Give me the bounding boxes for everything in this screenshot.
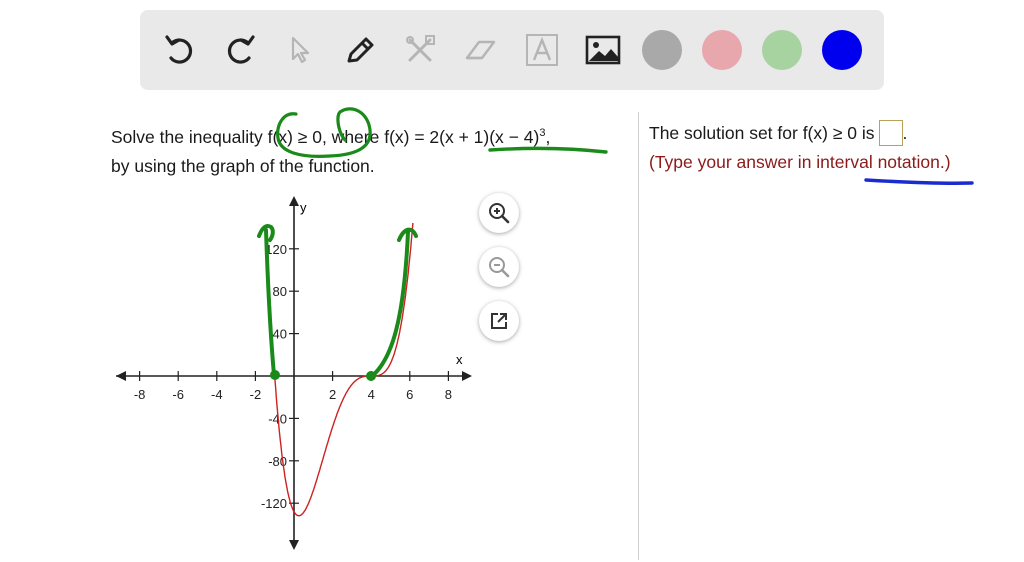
answer-prompt-period: . xyxy=(902,123,908,143)
x-tick-label: 8 xyxy=(445,387,452,402)
x-tick-labels: -8 -6 -4 -2 2 4 6 8 xyxy=(134,387,452,402)
y-tick-label: -40 xyxy=(268,411,287,426)
zoom-out-button[interactable] xyxy=(479,247,519,287)
answer-prompt: The solution set for f(x) ≥ 0 is xyxy=(649,123,875,143)
y-tick-label: 40 xyxy=(273,327,287,342)
tools-icon xyxy=(406,35,435,62)
y-tick-labels: 120 80 40 -40 -80 -120 xyxy=(261,242,287,511)
y-tick-label: 80 xyxy=(273,284,287,299)
color-swatch-pink[interactable] xyxy=(702,30,742,70)
color-swatch-gray[interactable] xyxy=(642,30,682,70)
problem-comma: , xyxy=(545,126,551,147)
x-axis-arrow-right xyxy=(462,371,472,381)
zoom-out-icon xyxy=(489,257,510,278)
redo-button[interactable] xyxy=(220,30,260,70)
ink-dot-x-4 xyxy=(366,371,376,381)
graph-axes xyxy=(116,196,472,550)
pen-tool-button[interactable] xyxy=(340,30,380,70)
x-axis-label: x xyxy=(456,352,463,367)
image-tool-button[interactable] xyxy=(583,30,623,70)
x-axis-arrow-left xyxy=(116,371,126,381)
ink-left-branch xyxy=(257,224,276,377)
select-tool-button[interactable] xyxy=(280,30,320,70)
y-tick-label: -120 xyxy=(261,496,287,511)
eraser-button[interactable] xyxy=(460,30,500,70)
column-divider xyxy=(638,112,639,560)
y-tick-label: -80 xyxy=(268,454,287,469)
x-tick-label: -8 xyxy=(134,387,146,402)
text-tool-button[interactable] xyxy=(522,30,562,70)
ink-right-branch xyxy=(369,227,418,379)
answer-hint: (Type your answer in interval notation.) xyxy=(649,152,951,172)
popout-button[interactable] xyxy=(479,301,519,341)
pen-icon xyxy=(347,37,374,63)
x-tick-label: 2 xyxy=(329,387,336,402)
drawing-toolbar xyxy=(140,10,884,90)
select-pointer-icon xyxy=(291,36,310,64)
function-curve xyxy=(265,222,414,517)
ink-dot-x-neg1 xyxy=(270,370,280,380)
x-tick-label: 4 xyxy=(368,387,375,402)
x-tick-label: -2 xyxy=(250,387,262,402)
redo-icon xyxy=(227,35,255,64)
answer-panel: The solution set for f(x) ≥ 0 is. (Type … xyxy=(649,119,1019,177)
tools-button[interactable] xyxy=(400,30,440,70)
y-axis-arrow-down xyxy=(289,540,299,550)
problem-line-2: by using the graph of the function. xyxy=(111,155,375,176)
popout-icon xyxy=(491,313,507,329)
undo-button[interactable] xyxy=(160,30,200,70)
answer-input-box[interactable] xyxy=(878,120,903,146)
y-axis-arrow-up xyxy=(289,196,299,206)
color-swatch-green[interactable] xyxy=(762,30,802,70)
color-swatch-blue[interactable] xyxy=(822,30,862,70)
y-tick-label: 120 xyxy=(265,242,287,257)
zoom-in-icon xyxy=(489,203,510,224)
x-tick-label: -6 xyxy=(172,387,184,402)
ink-underline-hint xyxy=(864,178,974,185)
image-icon xyxy=(585,35,621,65)
zoom-in-button[interactable] xyxy=(479,193,519,233)
problem-text: Solve the inequality f(x) ≥ 0, where f(x… xyxy=(111,126,540,147)
text-icon xyxy=(526,34,558,66)
undo-icon xyxy=(165,35,193,64)
eraser-icon xyxy=(465,40,496,60)
x-tick-label: -4 xyxy=(211,387,223,402)
problem-statement: Solve the inequality f(x) ≥ 0, where f(x… xyxy=(111,119,621,181)
x-tick-label: 6 xyxy=(406,387,413,402)
y-axis-label: y xyxy=(300,200,307,215)
